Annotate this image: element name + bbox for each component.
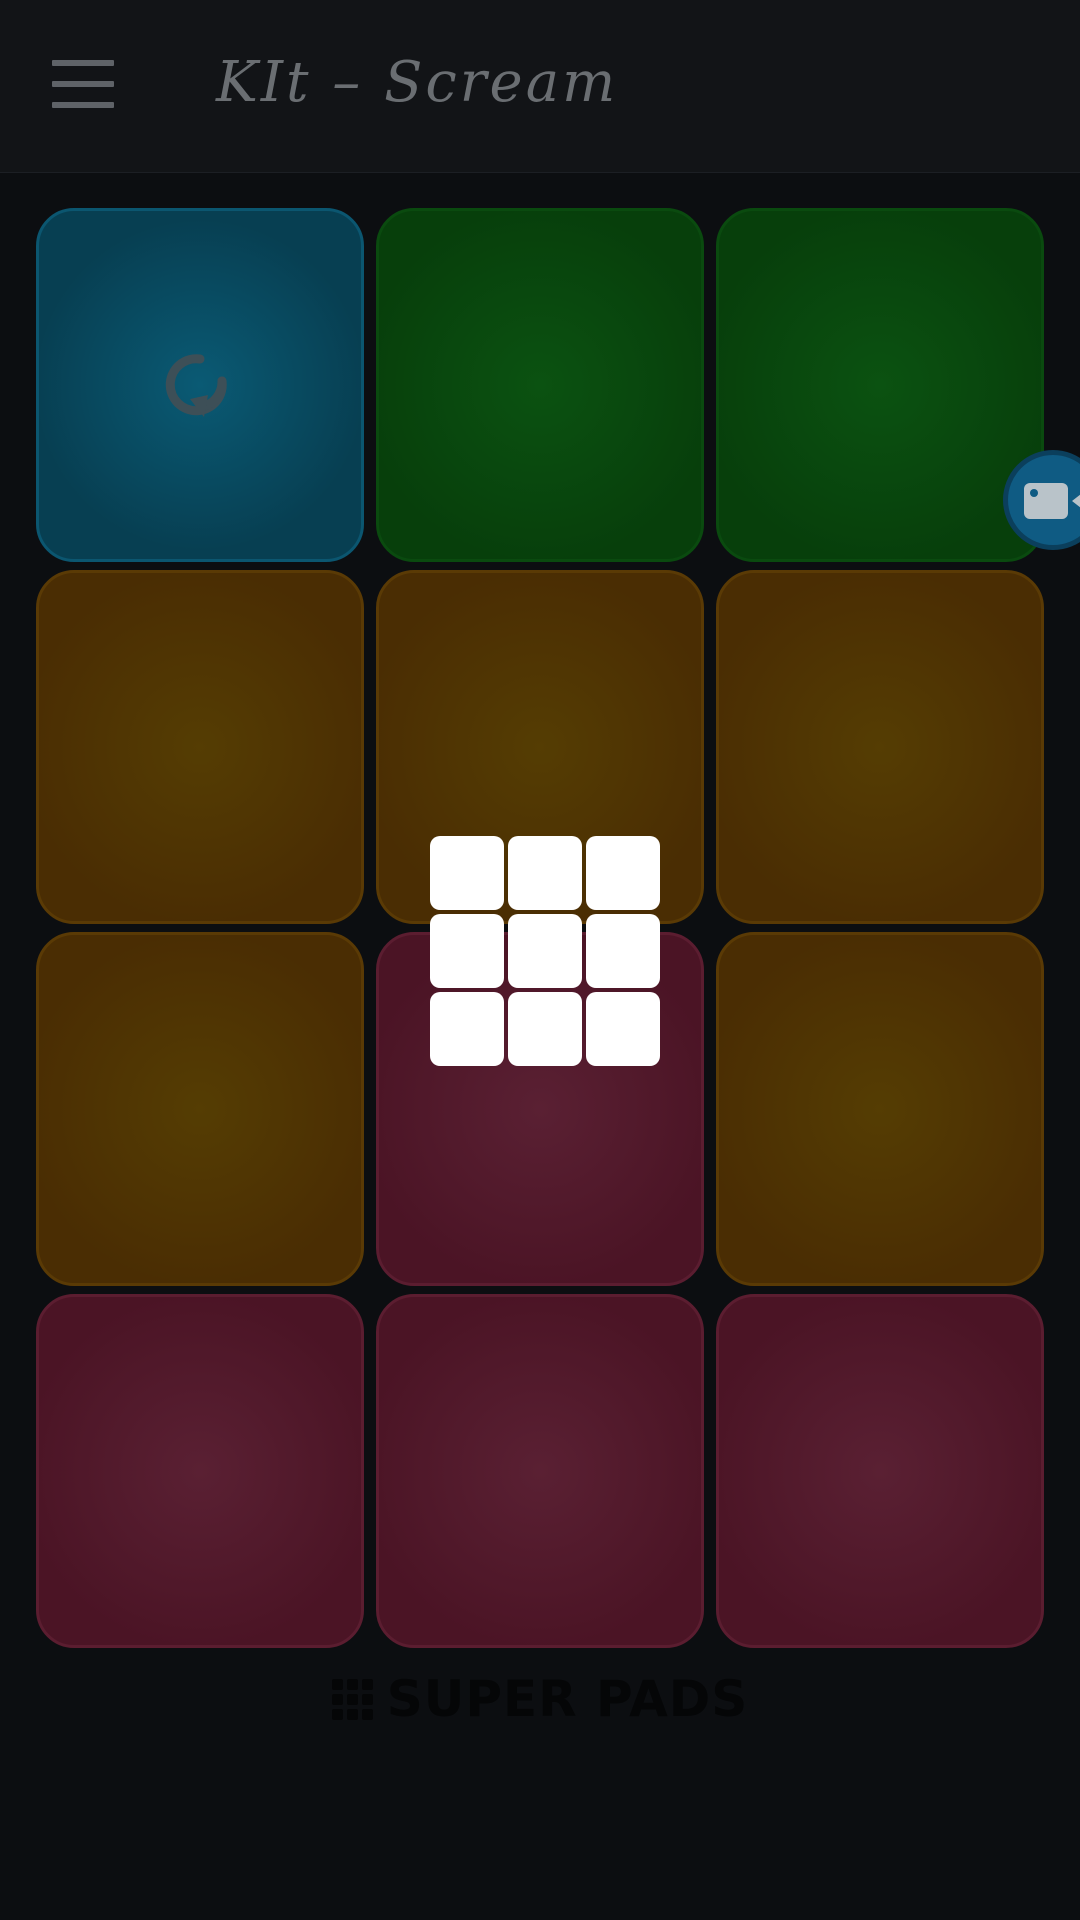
pad-6[interactable] bbox=[716, 570, 1044, 924]
super-pads-logo: SUPER PADS bbox=[0, 1670, 1080, 1728]
pad-9[interactable] bbox=[716, 932, 1044, 1286]
pad-2[interactable] bbox=[376, 208, 704, 562]
video-camera-icon bbox=[1024, 483, 1080, 519]
hamburger-menu-icon[interactable] bbox=[52, 60, 114, 108]
pad-10[interactable] bbox=[36, 1294, 364, 1648]
pad-12[interactable] bbox=[716, 1294, 1044, 1648]
top-app-bar: KIt – Scream bbox=[0, 0, 1080, 173]
grid-dots-icon bbox=[331, 1678, 373, 1720]
pad-7[interactable] bbox=[36, 932, 364, 1286]
pad-11[interactable] bbox=[376, 1294, 704, 1648]
kit-title: KIt – Scream bbox=[216, 50, 619, 115]
pad-4[interactable] bbox=[36, 570, 364, 924]
pad-1[interactable] bbox=[36, 208, 364, 562]
pad-3[interactable] bbox=[716, 208, 1044, 562]
brand-name: SUPER PADS bbox=[386, 1670, 749, 1728]
loop-icon bbox=[165, 354, 227, 417]
pad-grid-icon bbox=[430, 836, 660, 1066]
